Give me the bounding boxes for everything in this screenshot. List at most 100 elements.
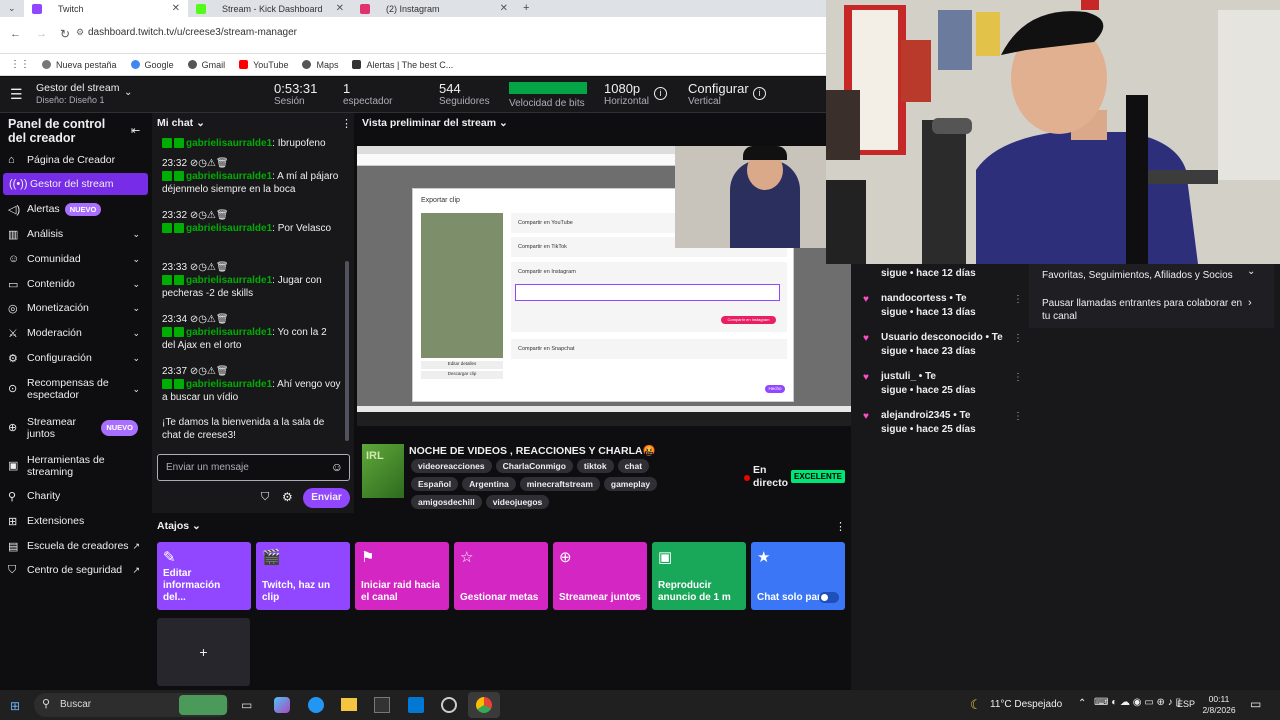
collab-scope-setting[interactable]: Favoritas, Seguimientos, Afiliados y Soc… <box>1042 270 1233 281</box>
run-ad-button[interactable]: ▣ Reproducir anuncio de 1 m <box>652 542 746 610</box>
sidebar-item-stream-manager[interactable]: ((•)) Gestor del stream <box>3 173 148 195</box>
sidebar-item-streaming-tools[interactable]: ▣ Herramientas de streaming <box>0 449 150 483</box>
shortcuts-header[interactable]: Atajos ⌄ <box>157 520 201 532</box>
info-icon[interactable]: i <box>753 87 766 100</box>
close-icon[interactable]: ✕ <box>172 3 180 14</box>
emoji-icon[interactable]: ☺ <box>331 460 343 474</box>
search-highlight-image <box>179 695 227 715</box>
sidebar-item-safety-center[interactable]: ⛉ Centro de seguridad ↗ <box>0 559 150 581</box>
stream-manager-menu[interactable]: Gestor del stream Diseño: Diseño 1 <box>36 83 119 105</box>
add-shortcut-button[interactable]: + <box>157 618 250 686</box>
site-info-icon[interactable]: ⚙ <box>76 27 84 38</box>
sidebar-item-settings[interactable]: ⚙ Configuración ⌄ <box>0 347 150 369</box>
clock[interactable]: 00:11 2/8/2026 <box>1199 694 1239 716</box>
start-raid-button[interactable]: ⚑ Iniciar raid hacia el canal <box>355 542 449 610</box>
sidebar-item-content[interactable]: ▭ Contenido ⌄ <box>0 273 150 295</box>
chevron-down-icon: ⌄ <box>132 253 140 264</box>
gear-icon[interactable]: ⚙ <box>282 490 293 504</box>
bookmark-google[interactable]: Google <box>130 60 174 70</box>
bookmark-gmail[interactable]: Gmail <box>187 60 225 70</box>
more-options-icon[interactable]: ⋮ <box>835 520 846 533</box>
more-options-icon[interactable]: ⋮ <box>1013 293 1023 307</box>
weather-text[interactable]: 11°C Despejado <box>990 699 1062 710</box>
chat-input[interactable]: Enviar un mensaje ☺ <box>157 454 350 481</box>
chevron-down-icon[interactable]: ⌄ <box>124 87 132 98</box>
edge-icon[interactable] <box>308 697 324 713</box>
browser-tab-bar: ⌄ Twitch ✕ Stream - Kick Dashboard ✕ (2)… <box>0 0 826 17</box>
chat-scrollbar[interactable] <box>345 261 349 441</box>
browser-tab-kick[interactable]: Stream - Kick Dashboard ✕ <box>188 0 352 17</box>
hamburger-menu-icon[interactable]: ☰ <box>10 86 23 103</box>
windows-start-icon[interactable]: ⊞ <box>10 699 20 713</box>
chrome-taskbar-button[interactable] <box>468 692 500 718</box>
subscriber-only-chat-button[interactable]: ★ Chat solo para... <box>751 542 845 610</box>
obs-icon[interactable] <box>441 697 457 713</box>
configure-vertical-stat[interactable]: Configurar Vertical <box>688 82 749 107</box>
file-explorer-icon[interactable] <box>341 698 357 711</box>
edit-stream-info-button[interactable]: ✎ Editar información del... <box>157 542 251 610</box>
task-view-icon[interactable]: ▭ <box>241 698 252 712</box>
info-icon[interactable]: i <box>654 87 667 100</box>
chevron-down-icon[interactable]: ⌄ <box>1247 266 1255 277</box>
reload-icon[interactable]: ↻ <box>60 27 70 41</box>
sidebar-item-community[interactable]: ☺ Comunidad ⌄ <box>0 248 150 270</box>
raid-icon: ⚑ <box>361 549 375 566</box>
external-link-icon: ↗ <box>629 592 639 604</box>
outlook-icon[interactable] <box>408 697 424 713</box>
apps-icon[interactable]: ⋮⋮ <box>10 59 30 70</box>
sidebar-item-alerts[interactable]: ◁) Alertas NUEVO <box>0 198 150 220</box>
puzzle-icon: ⊞ <box>8 515 18 528</box>
bookmark-youtube[interactable]: YouTube <box>239 60 288 70</box>
back-icon[interactable]: ← <box>10 28 21 40</box>
new-tab-button[interactable]: + <box>523 2 529 14</box>
weather-moon-icon[interactable]: ☾ <box>970 697 982 713</box>
close-icon[interactable]: ✕ <box>500 3 508 14</box>
shield-icon[interactable]: ⛉ <box>261 491 269 504</box>
send-button[interactable]: Enviar <box>303 488 350 508</box>
chevron-down-icon: ⌄ <box>132 384 140 394</box>
sidebar-item-extensions[interactable]: ⊞ Extensiones <box>0 510 150 532</box>
preview-header[interactable]: Vista preliminar del stream ⌄ <box>362 117 508 129</box>
category-thumbnail[interactable]: IRL <box>362 444 404 498</box>
create-clip-button[interactable]: 🎬 Twitch, haz un clip <box>256 542 350 610</box>
sidebar-item-stream-together[interactable]: ⊕ Streamear juntos NUEVO <box>0 411 150 445</box>
store-icon[interactable] <box>374 697 390 713</box>
external-link-icon: ↗ <box>132 540 140 551</box>
browser-tab-instagram[interactable]: (2) Instagram ✕ <box>352 0 516 17</box>
sidebar-item-creator-school[interactable]: ▤ Escuela de creadores ↗ <box>0 535 150 557</box>
more-options-icon[interactable]: ⋮ <box>1013 332 1023 346</box>
browser-tab-twitch[interactable]: Twitch ✕ <box>24 0 188 17</box>
manage-goals-button[interactable]: ☆ Gestionar metas <box>454 542 548 610</box>
taskbar-search[interactable]: ⚲ Buscar <box>34 693 229 717</box>
bookmark-maps[interactable]: Maps <box>302 60 338 70</box>
sidebar-item-creator-page[interactable]: ⌂ Página de Creador <box>0 149 150 171</box>
copilot-icon[interactable] <box>274 697 290 713</box>
sidebar-item-viewer-rewards[interactable]: ⊙ Recompensas de espectador ⌄ <box>0 372 150 406</box>
url-field[interactable]: dashboard.twitch.tv/u/creese3/stream-man… <box>88 27 297 38</box>
bookmark-alertas[interactable]: Alertas | The best C... <box>352 60 453 70</box>
chat-header[interactable]: Mi chat ⌄ <box>157 117 205 129</box>
notifications-icon[interactable]: ▭ <box>1250 697 1261 711</box>
stream-video-preview[interactable]: Exportar clip Compartir en YouTube Compa… <box>357 146 851 426</box>
close-icon[interactable]: ✕ <box>336 3 344 14</box>
more-options-icon[interactable]: ⋮ <box>1013 371 1023 385</box>
stream-title[interactable]: NOCHE DE VIDEOS , REACCIONES Y CHARLA🤬 <box>409 444 656 457</box>
more-options-icon[interactable]: ⋮ <box>341 117 352 130</box>
stream-manager-topbar: ☰ Gestor del stream Diseño: Diseño 1 ⌄ 0… <box>0 77 826 113</box>
sidebar-item-moderation[interactable]: ⚔ Moderación ⌄ <box>0 322 150 344</box>
sidebar-item-analytics[interactable]: ▥ Análisis ⌄ <box>0 223 150 245</box>
pause-collab-requests-setting[interactable]: Pausar llamadas entrantes para colaborar… <box>1042 297 1252 323</box>
collapse-sidebar-icon[interactable]: ⇤ <box>131 124 140 137</box>
tray-chevron-icon[interactable]: ⌃ <box>1078 698 1086 709</box>
sidebar-item-monetization[interactable]: ◎ Monetización ⌄ <box>0 297 150 319</box>
stream-together-button[interactable]: ⊕ Streamear juntos ↗ <box>553 542 647 610</box>
chevron-right-icon[interactable]: › <box>1248 297 1252 309</box>
sidebar-item-charity[interactable]: ⚲ Charity <box>0 485 150 507</box>
tab-list-icon[interactable]: ⌄ <box>8 3 16 14</box>
bookmark-new-tab[interactable]: Nueva pestaña <box>42 60 117 70</box>
tray-icons[interactable]: ⌨ ◐ ☁ ◉ ▭ ⊕ ♪ ▯ <box>1094 697 1181 708</box>
toggle-switch[interactable] <box>819 592 839 603</box>
language-indicator[interactable]: ESP <box>1177 699 1195 709</box>
forward-icon[interactable]: → <box>36 28 47 40</box>
more-options-icon[interactable]: ⋮ <box>1013 410 1023 424</box>
